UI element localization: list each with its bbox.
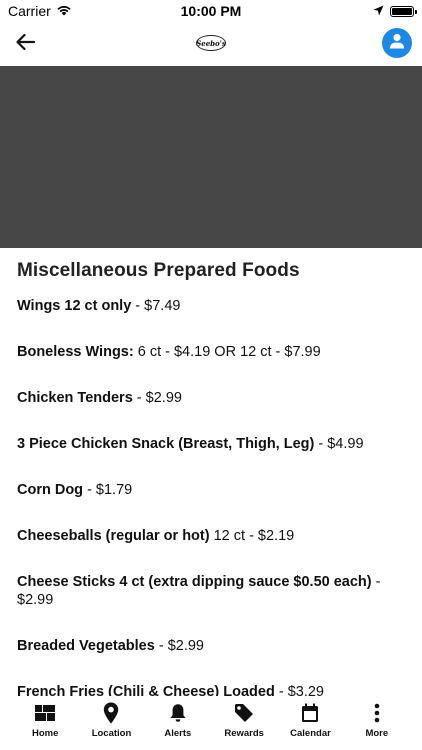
location-arrow-icon [373,3,384,19]
tag-icon [234,702,254,724]
tab-label: Home [31,728,59,739]
tab-more[interactable]: More [346,696,408,750]
menu-item-detail: 6 ct - $4.19 OR 12 ct - $7.99 [133,344,321,360]
tab-label: Location [91,728,132,739]
tab-label: Rewards [224,728,264,739]
menu-item-name: Cheeseballs (regular or hot) [17,528,210,544]
menu-item-name: French Fries (Chili & Cheese) Loaded [17,684,275,696]
tab-location[interactable]: Location [80,696,142,750]
menu-item-detail: - $2.99 [132,390,182,406]
tab-label: Alerts [164,728,192,739]
tab-calendar[interactable]: Calendar [279,696,341,750]
menu-item-name: Corn Dog [17,482,84,498]
more-vertical-icon [374,702,380,724]
menu-item-name: Wings 12 ct only [17,298,132,314]
menu-item-name: Chicken Tenders [17,390,133,406]
arrow-left-icon [15,33,36,56]
menu-item-name: Boneless Wings: [17,344,134,360]
menu-item-detail: - $3.29 [274,684,324,696]
profile-button[interactable] [382,28,412,58]
back-button[interactable] [10,30,40,58]
logo-mark: Seebo's [196,35,226,51]
nav-bar: Seebo's [0,22,422,66]
logo-text: Seebo's [196,38,226,48]
grid-icon [35,702,56,724]
menu-item: Wings 12 ct only - $7.49 [17,297,405,315]
menu-item: French Fries (Chili & Cheese) Loaded - $… [17,683,405,696]
tab-rewards[interactable]: Rewards [213,696,275,750]
menu-item: Cheese Sticks 4 ct (extra dipping sauce … [17,573,405,609]
hero-image [0,66,422,248]
status-bar: Carrier 10:00 PM [0,0,422,22]
tab-label: Calendar [290,728,331,739]
menu-item-name: Cheese Sticks 4 ct (extra dipping sauce … [17,574,372,590]
page-title: Miscellaneous Prepared Foods [17,260,300,281]
brand-logo: Seebo's [194,30,228,56]
menu-item-detail: - $2.99 [154,638,204,654]
menu-item: Chicken Tenders - $2.99 [17,389,405,407]
tab-alerts[interactable]: Alerts [147,696,209,750]
status-right [373,3,417,19]
calendar-icon [301,702,319,724]
user-icon [388,32,406,55]
menu-item: Cheeseballs (regular or hot) 12 ct - $2.… [17,527,405,545]
menu-item: Boneless Wings: 6 ct - $4.19 OR 12 ct - … [17,343,405,361]
tab-bar: Home Location Alerts Rewards Calendar Mo… [0,696,422,750]
battery-icon [390,5,417,17]
menu-item-detail: - $4.99 [314,436,364,452]
menu-item-detail: - $1.79 [83,482,133,498]
status-time: 10:00 PM [180,3,242,19]
content-area: Miscellaneous Prepared Foods Wings 12 ct… [0,248,422,696]
menu-item: Breaded Vegetables - $2.99 [17,637,405,655]
menu-item: 3 Piece Chicken Snack (Breast, Thigh, Le… [17,435,405,453]
menu-item-detail: 12 ct - $2.19 [209,528,295,544]
menu-item-name: Breaded Vegetables [17,638,155,654]
map-pin-icon [103,702,119,724]
menu-item: Corn Dog - $1.79 [17,481,405,499]
tab-label: More [365,728,389,739]
menu-item-name: 3 Piece Chicken Snack (Breast, Thigh, Le… [17,436,315,452]
tab-home[interactable]: Home [14,696,76,750]
bell-icon [169,702,187,724]
menu-item-detail: - $7.49 [131,298,181,314]
